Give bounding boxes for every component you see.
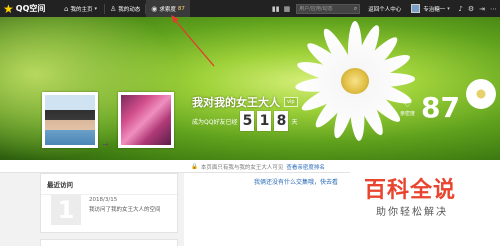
friend-avatar-photo[interactable] bbox=[118, 92, 174, 148]
space-title-row: 我对我的女王大人 vip bbox=[192, 94, 298, 110]
return-personal-center-link[interactable]: 返回个人中心 bbox=[368, 5, 401, 13]
nav-my-feed[interactable]: ♙ 我的动态 bbox=[105, 0, 145, 17]
stats-icon[interactable]: ▮▮ bbox=[272, 5, 280, 13]
visit-date: 2018/3/15 bbox=[89, 197, 118, 203]
nav-label: 求索度 bbox=[159, 6, 176, 13]
heart-icon: ♡ bbox=[402, 97, 413, 110]
home-icon: ⌂ bbox=[64, 4, 69, 13]
chevron-down-icon: ▾ bbox=[94, 5, 97, 12]
top-navigation-bar: ★ QQ空间 ⌂ 我的主页 ▾ ♙ 我的动态 ◉ 求索度 87 ▮▮ ▦ ⌕ 返… bbox=[0, 0, 500, 17]
watermark-subtitle: 助你轻松解决 bbox=[376, 207, 448, 218]
topbar-right-icons: ♪ ⚙ ⇥ ⋯ bbox=[453, 5, 497, 13]
small-daisy-image bbox=[466, 79, 496, 109]
friend-days-row: 成为QQ好友已经 5 1 8 天 bbox=[192, 111, 297, 131]
day-digit: 1 bbox=[257, 111, 272, 131]
chevron-down-icon: ▾ bbox=[447, 5, 450, 12]
notification-bell-icon[interactable]: ♪ bbox=[458, 5, 462, 13]
days-unit: 天 bbox=[291, 118, 298, 126]
card-title: 最近访问 bbox=[41, 174, 177, 195]
star-logo-icon: ★ bbox=[3, 1, 14, 16]
nav-count: 87 bbox=[177, 5, 185, 12]
search-icon[interactable]: ⌕ bbox=[354, 5, 357, 13]
vip-badge[interactable]: vip bbox=[284, 97, 298, 107]
intimacy-score[interactable]: ♡ 亲密度 87 bbox=[400, 91, 460, 124]
nav-my-homepage[interactable]: ⌂ 我的主页 ▾ bbox=[59, 0, 104, 17]
search-box: ⌕ bbox=[296, 3, 361, 14]
logout-icon[interactable]: ⇥ bbox=[479, 5, 485, 13]
visit-description: 我访问了我的女王大人的空间 bbox=[89, 207, 161, 213]
user-name: 专治糖一 bbox=[423, 6, 446, 13]
list-item[interactable]: 1 2018/3/15 我访问了我的女王大人的空间 bbox=[51, 195, 169, 225]
day-digit: 5 bbox=[240, 111, 255, 131]
settings-gear-icon[interactable]: ⚙ bbox=[468, 5, 474, 13]
privacy-text: 本页面只有我与我的女王大人可见 bbox=[200, 165, 284, 171]
my-avatar-photo[interactable] bbox=[42, 92, 98, 148]
eye-icon: ◉ bbox=[151, 4, 158, 13]
search-input[interactable] bbox=[299, 5, 352, 12]
watermark-title: 百科全说 bbox=[364, 178, 457, 203]
nav-label: 我的动态 bbox=[118, 6, 141, 13]
space-title: 我对我的女王大人 bbox=[192, 96, 280, 109]
secondary-card bbox=[40, 239, 178, 246]
intimacy-label: 亲密度 bbox=[400, 111, 416, 117]
nav-intimacy[interactable]: ◉ 求索度 87 bbox=[146, 0, 190, 17]
avatar bbox=[411, 4, 421, 13]
ranking-link[interactable]: 查看亲密度排名 bbox=[286, 163, 325, 171]
apps-grid-icon[interactable]: ▦ bbox=[284, 5, 291, 13]
nav-label: 我的主页 bbox=[70, 6, 93, 13]
day-digit: 8 bbox=[274, 111, 289, 131]
lock-icon: 🔒 bbox=[191, 164, 198, 170]
recent-visits-card: 最近访问 1 2018/3/15 我访问了我的女王大人的空间 bbox=[40, 173, 178, 233]
arrow-right-icon: → bbox=[102, 140, 109, 149]
more-icon[interactable]: ⋯ bbox=[490, 5, 497, 13]
intimacy-count: 87 bbox=[421, 91, 460, 124]
watermark-logo: 百科全说 助你轻松解决 bbox=[350, 170, 500, 223]
logo-text: QQ空间 bbox=[15, 4, 46, 13]
no-exchange-link[interactable]: 我俩还没有什么交集哦，快去看 bbox=[254, 177, 338, 186]
user-menu[interactable]: 专治糖一 ▾ bbox=[411, 4, 450, 13]
visit-day: 1 bbox=[51, 195, 81, 225]
days-label: 成为QQ好友已经 bbox=[192, 118, 238, 126]
person-icon: ♙ bbox=[109, 4, 117, 13]
qzone-logo[interactable]: ★ QQ空间 bbox=[3, 3, 59, 15]
